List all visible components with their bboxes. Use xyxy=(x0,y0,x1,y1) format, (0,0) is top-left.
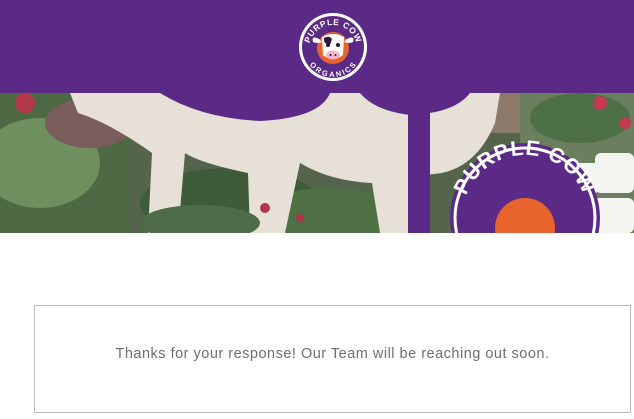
confirmation-message: Thanks for your response! Our Team will … xyxy=(115,346,550,362)
purple-cow-organics-logo[interactable]: PURPLE COW ORGANICS xyxy=(297,11,369,83)
site-header: PURPLE COW ORGANICS xyxy=(0,0,634,93)
hero-banner-image: PURPLE COW xyxy=(0,93,634,233)
confirmation-message-box: Thanks for your response! Our Team will … xyxy=(34,305,631,413)
